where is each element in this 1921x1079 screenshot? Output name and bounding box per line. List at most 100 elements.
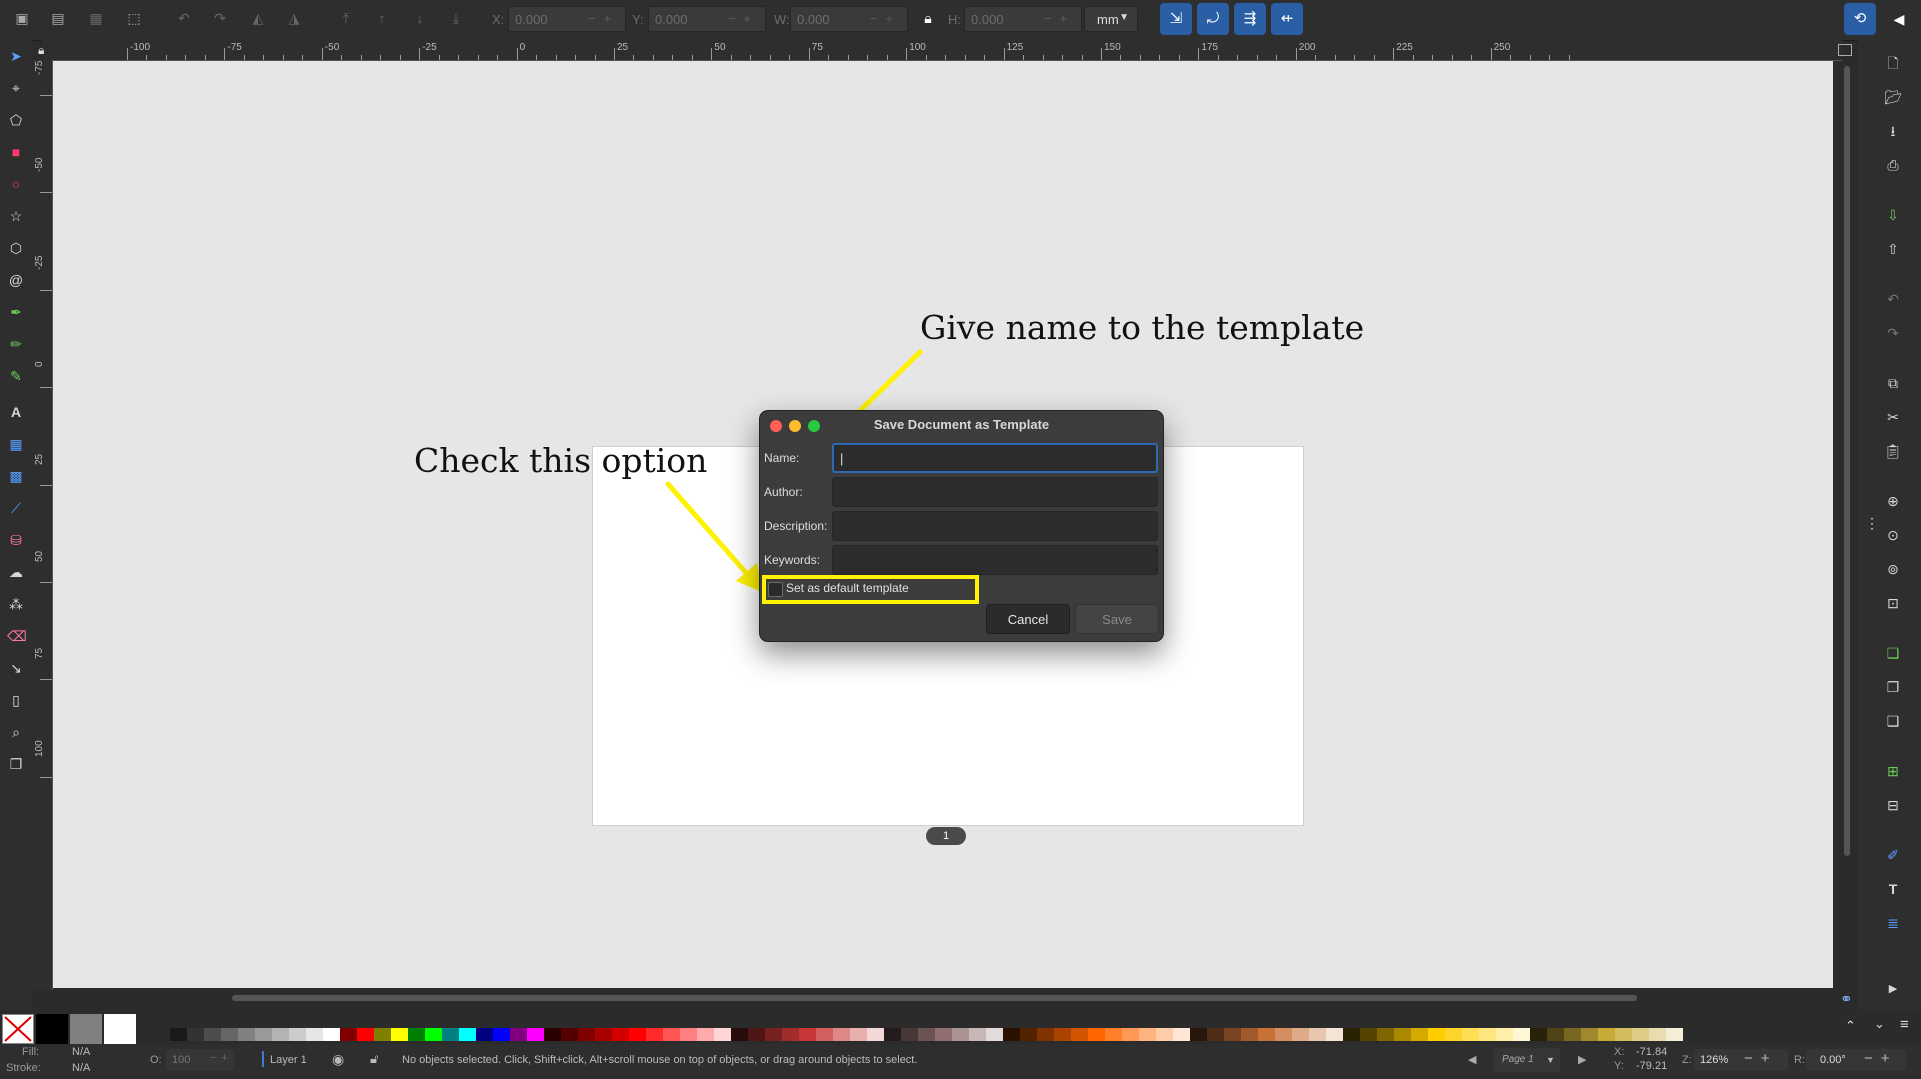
palette-swatch[interactable]	[680, 1028, 697, 1041]
palette-swatch[interactable]	[1377, 1028, 1394, 1041]
import-icon[interactable]: ⇩	[1884, 206, 1902, 224]
palette-swatch[interactable]	[1088, 1028, 1105, 1041]
palette-swatch[interactable]	[1258, 1028, 1275, 1041]
palette-swatch[interactable]	[833, 1028, 850, 1041]
clone-icon[interactable]: ❐	[1884, 678, 1902, 696]
layer-visibility-icon[interactable]: ◉	[332, 1051, 344, 1068]
page-select[interactable]: Page 1 ▼	[1494, 1048, 1560, 1072]
palette-swatch[interactable]	[1632, 1028, 1649, 1041]
commands-expand-icon[interactable]: ▶	[1884, 980, 1902, 998]
zoom-stepper-icon[interactable]: −+	[1744, 1050, 1778, 1067]
palette-swatch[interactable]	[1428, 1028, 1445, 1041]
palette-swatch[interactable]	[221, 1028, 238, 1041]
description-field[interactable]	[832, 511, 1158, 541]
print-icon[interactable]: ⎙	[1884, 156, 1902, 174]
commands-more-icon[interactable]: ⋮	[1863, 514, 1881, 532]
palette-swatch[interactable]	[578, 1028, 595, 1041]
palette-swatch[interactable]	[1156, 1028, 1173, 1041]
palette-swatch[interactable]	[1411, 1028, 1428, 1041]
palette-swatch[interactable]	[459, 1028, 476, 1041]
palette-swatch[interactable]	[1054, 1028, 1071, 1041]
palette-swatch[interactable]	[561, 1028, 578, 1041]
redo-icon[interactable]: ↷	[1884, 324, 1902, 342]
black-swatch[interactable]	[36, 1014, 68, 1044]
palette-swatch[interactable]	[340, 1028, 357, 1041]
author-field[interactable]	[832, 477, 1158, 507]
palette-swatch[interactable]	[238, 1028, 255, 1041]
palette-swatch[interactable]	[1564, 1028, 1581, 1041]
palette-swatch[interactable]	[646, 1028, 663, 1041]
palette-swatch[interactable]	[663, 1028, 680, 1041]
zoom-drawing-icon[interactable]: ⊙	[1884, 526, 1902, 544]
copy-icon[interactable]: ⧉	[1884, 374, 1902, 392]
palette-swatch[interactable]	[1343, 1028, 1360, 1041]
name-field[interactable]: |	[832, 443, 1158, 473]
palette-swatch[interactable]	[510, 1028, 527, 1041]
palette-swatch[interactable]	[1241, 1028, 1258, 1041]
palette-swatch[interactable]	[731, 1028, 748, 1041]
stroke-value[interactable]: N/A	[72, 1062, 90, 1074]
palette-swatch[interactable]	[1037, 1028, 1054, 1041]
export-icon[interactable]: ⇧	[1884, 240, 1902, 258]
opacity-field[interactable]: 100 −+	[166, 1049, 234, 1071]
palette-swatch[interactable]	[1122, 1028, 1139, 1041]
undo-icon[interactable]: ↶	[1884, 290, 1902, 308]
zoom-field[interactable]: 126% −+	[1694, 1049, 1788, 1071]
palette-swatch[interactable]	[1139, 1028, 1156, 1041]
palette-swatch[interactable]	[1309, 1028, 1326, 1041]
palette-swatch[interactable]	[935, 1028, 952, 1041]
palette-swatch[interactable]	[425, 1028, 442, 1041]
paste-icon[interactable]: 📋︎	[1884, 442, 1902, 460]
palette-swatch[interactable]	[1615, 1028, 1632, 1041]
palette-swatch[interactable]	[1207, 1028, 1224, 1041]
palette-menu-icon[interactable]: ≡	[1900, 1016, 1909, 1033]
duplicate-icon[interactable]: ❏	[1884, 644, 1902, 662]
zoom-page-icon[interactable]: ⊚	[1884, 560, 1902, 578]
text-font-icon[interactable]: T	[1884, 880, 1902, 898]
palette-swatch[interactable]	[850, 1028, 867, 1041]
palette-swatch[interactable]	[816, 1028, 833, 1041]
palette-swatch[interactable]	[1275, 1028, 1292, 1041]
palette-swatch[interactable]	[884, 1028, 901, 1041]
palette-swatch[interactable]	[782, 1028, 799, 1041]
palette-swatch[interactable]	[1394, 1028, 1411, 1041]
palette-swatch[interactable]	[306, 1028, 323, 1041]
palette-swatch[interactable]	[1071, 1028, 1088, 1041]
palette-swatch[interactable]	[374, 1028, 391, 1041]
palette-swatch[interactable]	[1530, 1028, 1547, 1041]
palette-swatch[interactable]	[527, 1028, 544, 1041]
palette-swatch[interactable]	[1445, 1028, 1462, 1041]
layer-lock-icon[interactable]: 🔓︎	[370, 1051, 378, 1067]
palette-swatch[interactable]	[765, 1028, 782, 1041]
unlink-clone-icon[interactable]: ❑	[1884, 712, 1902, 730]
palette-swatch[interactable]	[1666, 1028, 1683, 1041]
fill-value[interactable]: N/A	[72, 1046, 90, 1058]
fill-stroke-icon[interactable]: ✐	[1884, 846, 1902, 864]
zoom-selection-icon[interactable]: ⊕	[1884, 492, 1902, 510]
current-layer[interactable]: Layer 1	[270, 1054, 307, 1066]
palette-swatch[interactable]	[1649, 1028, 1666, 1041]
new-document-icon[interactable]: 🗋︎	[1884, 54, 1902, 72]
palette-swatch[interactable]	[442, 1028, 459, 1041]
palette-swatch[interactable]	[697, 1028, 714, 1041]
palette-swatch[interactable]	[289, 1028, 306, 1041]
keywords-field[interactable]	[832, 545, 1158, 575]
save-button[interactable]: Save	[1075, 604, 1159, 634]
white-swatch[interactable]	[104, 1014, 136, 1044]
palette-swatch[interactable]	[1513, 1028, 1530, 1041]
palette-swatch[interactable]	[986, 1028, 1003, 1041]
palette-scroll-down-icon[interactable]: ⌄	[1874, 1016, 1885, 1032]
palette-swatch[interactable]	[544, 1028, 561, 1041]
palette-swatch[interactable]	[1190, 1028, 1207, 1041]
palette-swatch[interactable]	[255, 1028, 272, 1041]
palette-swatch[interactable]	[323, 1028, 340, 1041]
opacity-stepper-icon[interactable]: −+	[210, 1052, 233, 1064]
no-paint-swatch[interactable]	[2, 1014, 34, 1044]
palette-swatch[interactable]	[748, 1028, 765, 1041]
palette-swatch[interactable]	[1105, 1028, 1122, 1041]
palette-swatch[interactable]	[1598, 1028, 1615, 1041]
palette-swatch[interactable]	[272, 1028, 289, 1041]
rotation-stepper-icon[interactable]: −+	[1864, 1050, 1898, 1067]
palette-swatch[interactable]	[1360, 1028, 1377, 1041]
cancel-button[interactable]: Cancel	[986, 604, 1070, 634]
